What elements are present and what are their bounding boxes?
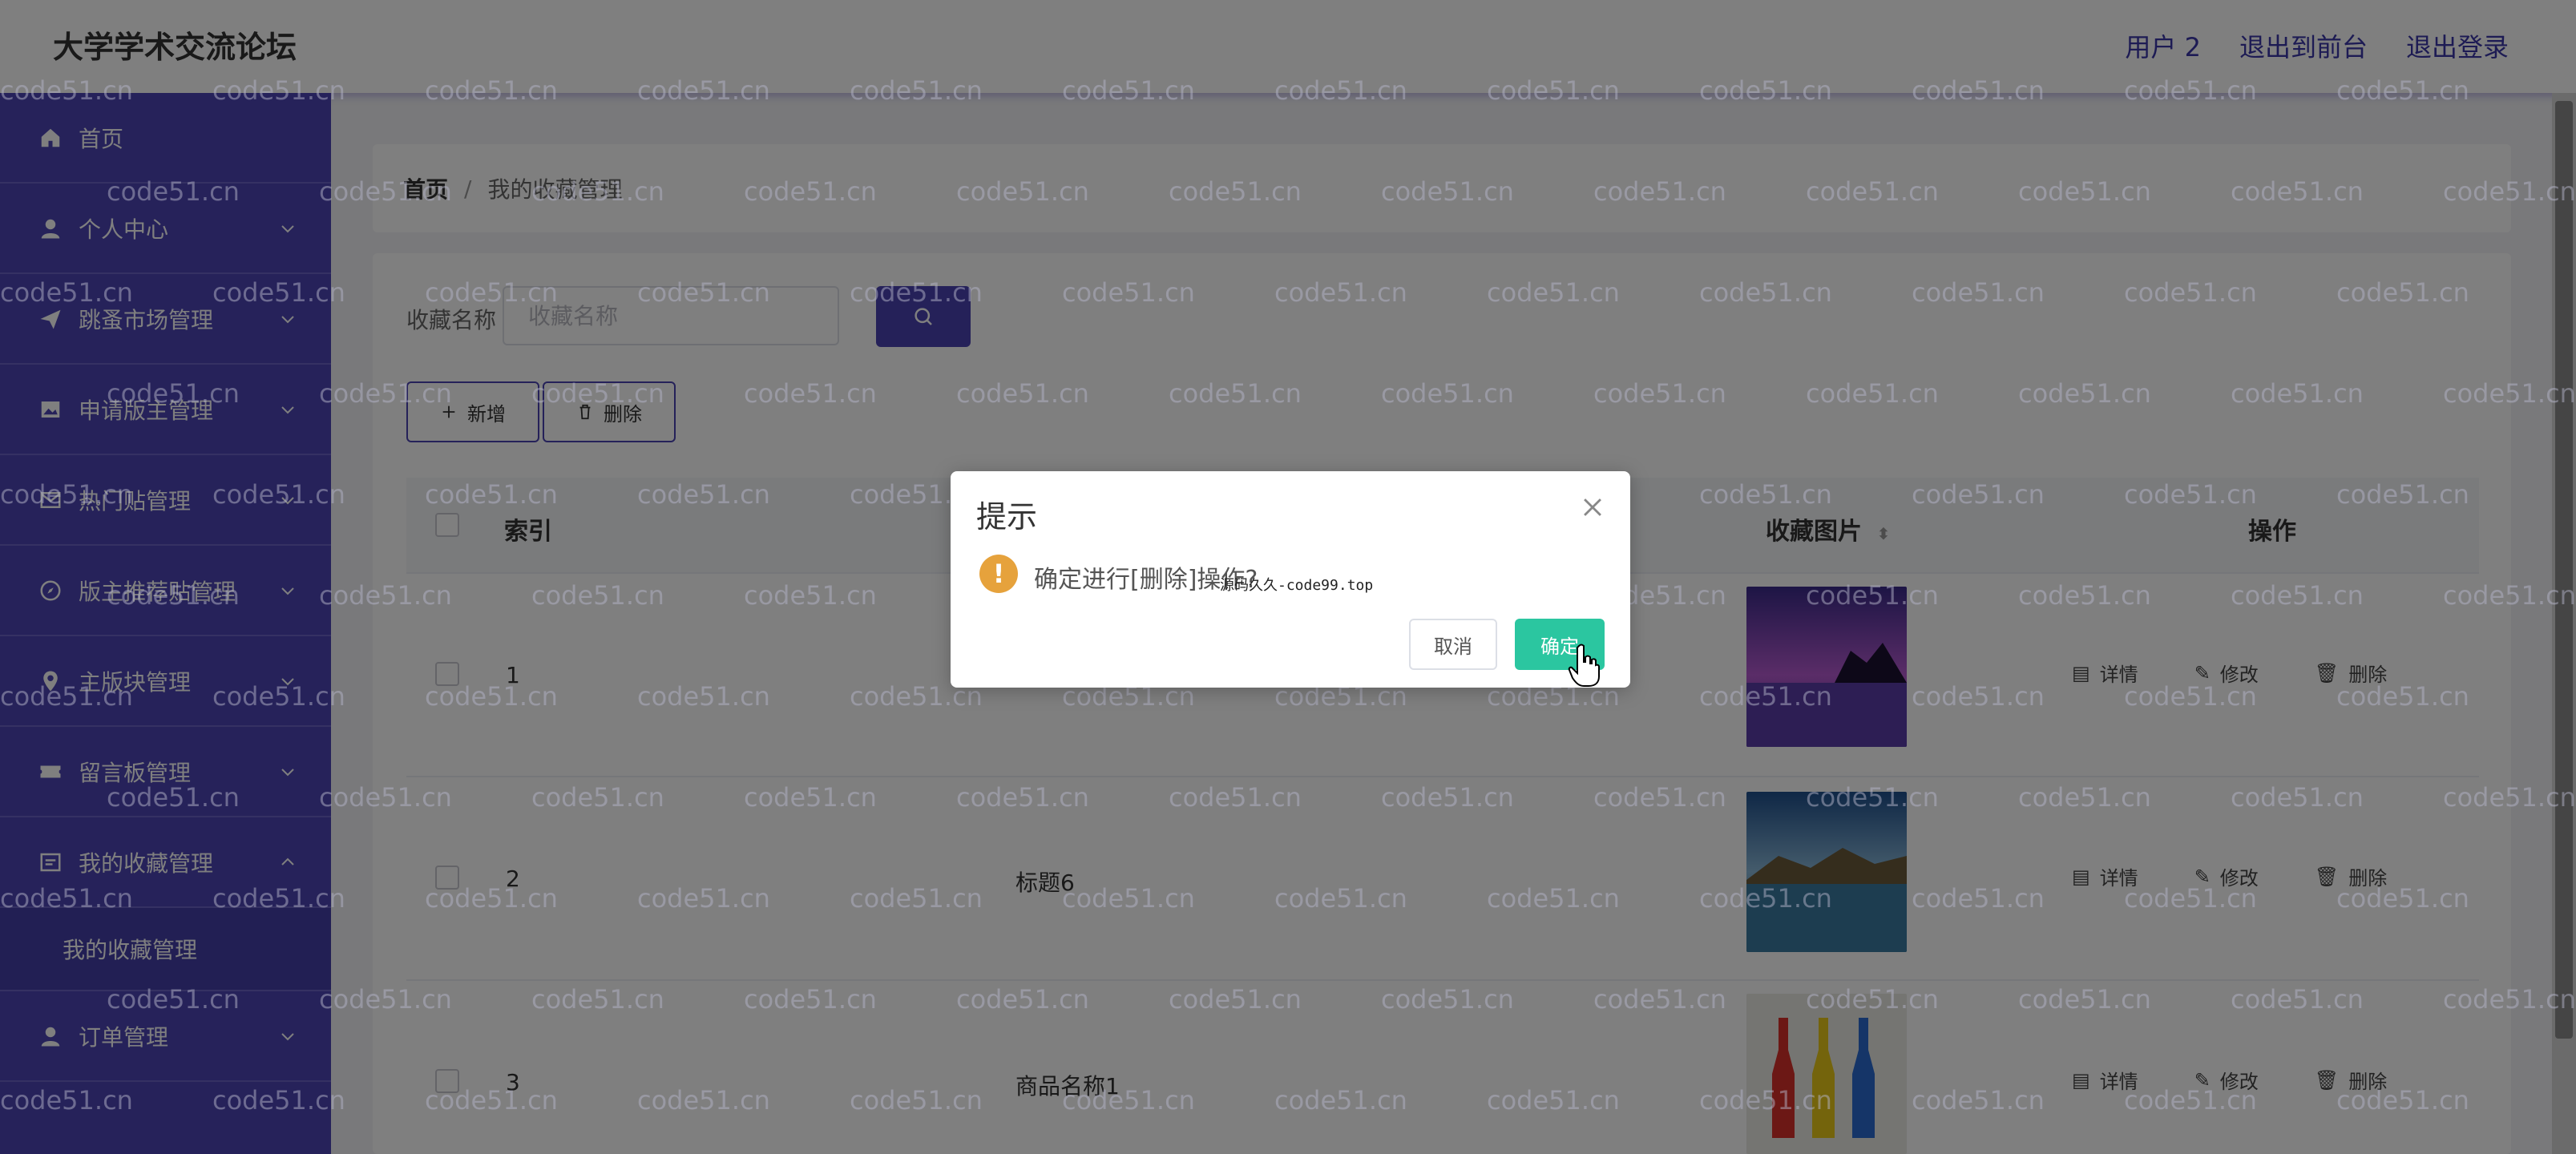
hand-cursor-icon xyxy=(1568,644,1600,687)
dialog-stamp: 源码久久-code99.top xyxy=(1220,577,1374,594)
close-icon[interactable] xyxy=(1579,494,1606,521)
confirm-dialog: 提示 ! 确定进行[删除]操作? 源码久久-code99.top 取消 确定 xyxy=(951,471,1630,688)
warning-icon: ! xyxy=(979,555,1018,593)
dialog-title: 提示 xyxy=(976,499,1038,535)
cancel-button[interactable]: 取消 xyxy=(1409,619,1497,670)
